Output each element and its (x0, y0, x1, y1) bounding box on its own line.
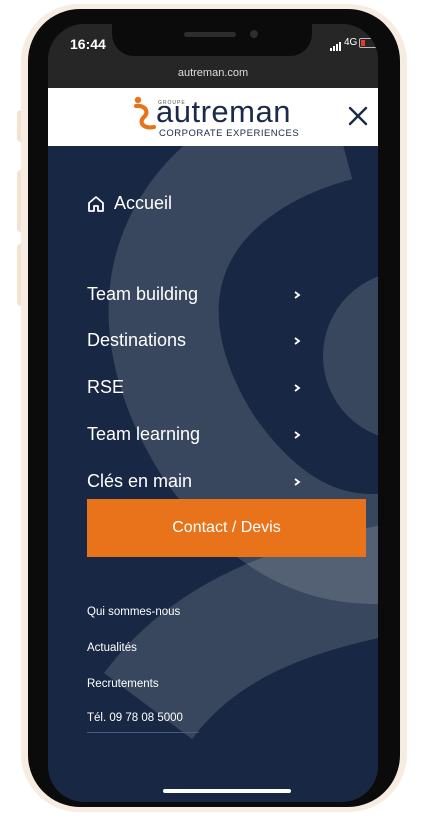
link-actualites[interactable]: Actualités (87, 642, 137, 654)
menu-item-label: Accueil (114, 193, 173, 213)
menu-item-cles-en-main[interactable]: Clés en main (87, 471, 307, 501)
menu-item-destinations[interactable]: Destinations (87, 330, 307, 360)
chevron-right-icon (294, 337, 301, 345)
speaker-grille (184, 32, 236, 37)
button-label: Contact / Devis (172, 519, 281, 536)
battery-icon (359, 38, 377, 48)
menu-item-team-learning[interactable]: Team learning (87, 424, 307, 454)
logo-wordmark[interactable]: autreman (156, 94, 291, 130)
menu-item-label: RSE (87, 377, 125, 397)
logo-tagline: CORPORATE EXPERIENCES (159, 128, 300, 139)
chevron-right-icon (294, 384, 301, 392)
home-icon (88, 195, 104, 212)
chevron-right-icon (294, 478, 301, 486)
status-bar: 16:44 4G autreman.com (48, 24, 378, 88)
camera-icon (250, 30, 258, 38)
link-qui-sommes-nous[interactable]: Qui sommes-nous (87, 606, 180, 618)
menu-item-label: Team building (87, 284, 199, 304)
site-header: GROUPE autreman CORPORATE EXPERIENCES (48, 88, 378, 146)
link-telephone[interactable]: Tél. 09 78 08 5000 (87, 712, 183, 724)
phone-screen: 16:44 4G autreman.com GROUPE autreman CO… (48, 24, 378, 802)
chevron-right-icon (294, 291, 301, 299)
menu-item-rse[interactable]: RSE (87, 377, 307, 407)
status-time: 16:44 (70, 36, 106, 52)
close-icon[interactable] (346, 104, 370, 128)
contact-devis-button[interactable]: Contact / Devis (87, 499, 366, 557)
home-indicator[interactable] (163, 789, 291, 793)
menu-item-team-building[interactable]: Team building (87, 284, 307, 314)
signal-icon (330, 42, 341, 51)
logo-mark-icon (133, 96, 157, 130)
menu-item-accueil[interactable]: Accueil (87, 193, 172, 214)
navigation-menu: Accueil Team building Destinations RSE T… (48, 146, 378, 802)
phone-notch (112, 24, 312, 56)
browser-url[interactable]: autreman.com (48, 67, 378, 79)
menu-item-label: Team learning (87, 424, 201, 444)
chevron-right-icon (294, 431, 301, 439)
menu-item-label: Clés en main (87, 471, 193, 491)
menu-item-label: Destinations (87, 330, 187, 350)
network-type: 4G (344, 37, 358, 48)
divider (87, 732, 199, 733)
link-recrutements[interactable]: Recrutements (87, 678, 159, 690)
